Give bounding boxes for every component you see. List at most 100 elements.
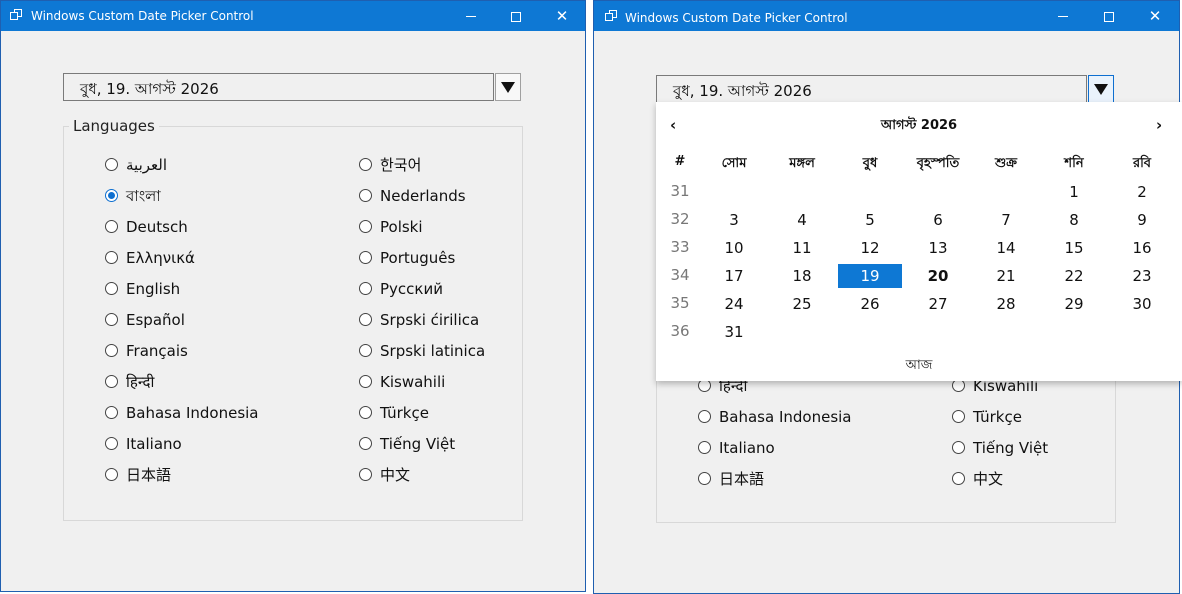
radio-button[interactable] [359, 468, 372, 481]
close-button[interactable]: ✕ [539, 1, 585, 31]
maximize-icon [511, 11, 521, 22]
next-month-button[interactable]: › [1156, 116, 1162, 134]
calendar-day[interactable]: 11 [770, 236, 834, 260]
language-label: Español [126, 311, 185, 329]
calendar-day[interactable]: 4 [770, 208, 834, 232]
calendar-day[interactable]: 23 [1110, 264, 1174, 288]
radio-button[interactable] [105, 313, 118, 326]
radio-button[interactable] [359, 282, 372, 295]
calendar-day[interactable]: 9 [1110, 208, 1174, 232]
language-label: 日本語 [126, 466, 172, 484]
day-name-header: শনি [1064, 156, 1084, 171]
language-label: Deutsch [126, 218, 188, 236]
date-picker-field[interactable]: বুধ, 19. আগস্ট 2026 [656, 75, 1087, 103]
language-label: 中文 [973, 470, 1004, 488]
title-bar[interactable]: Windows Custom Date Picker Control ✕ [594, 1, 1179, 31]
calendar-day[interactable]: 19 [838, 264, 902, 288]
radio-button[interactable] [359, 437, 372, 450]
calendar-day[interactable]: 6 [906, 208, 970, 232]
calendar-day[interactable]: 16 [1110, 236, 1174, 260]
calendar-day[interactable]: 14 [974, 236, 1038, 260]
language-label: 日本語 [719, 470, 765, 488]
radio-button[interactable] [105, 189, 118, 202]
radio-button[interactable] [105, 406, 118, 419]
close-icon: ✕ [555, 7, 569, 25]
week-number: 35 [670, 294, 690, 312]
radio-button[interactable] [105, 220, 118, 233]
month-title[interactable]: আগস্ট 2026 [656, 116, 1182, 137]
radio-button[interactable] [359, 189, 372, 202]
radio-button[interactable] [359, 158, 372, 171]
calendar-day[interactable]: 15 [1042, 236, 1106, 260]
calendar-day[interactable]: 5 [838, 208, 902, 232]
calendar-day[interactable]: 7 [974, 208, 1038, 232]
radio-button[interactable] [359, 251, 372, 264]
radio-button[interactable] [359, 406, 372, 419]
radio-button[interactable] [105, 375, 118, 388]
date-picker-window-left: Windows Custom Date Picker Control ✕ বুধ… [0, 0, 586, 592]
radio-button[interactable] [952, 472, 965, 485]
calendar-day[interactable]: 8 [1042, 208, 1106, 232]
calendar-day[interactable]: 13 [906, 236, 970, 260]
calendar-day[interactable]: 29 [1042, 292, 1106, 316]
radio-button[interactable] [105, 251, 118, 264]
radio-button[interactable] [698, 472, 711, 485]
radio-button[interactable] [359, 344, 372, 357]
language-label: Nederlands [380, 187, 466, 205]
language-label: Kiswahili [380, 373, 446, 391]
date-picker-field[interactable]: বুধ, 19. আগস্ট 2026 [63, 73, 494, 101]
today-button[interactable]: আজ [656, 356, 1182, 377]
calendar-day[interactable]: 22 [1042, 264, 1106, 288]
radio-button[interactable] [359, 375, 372, 388]
calendar-day[interactable]: 30 [1110, 292, 1174, 316]
calendar-day[interactable]: 2 [1110, 180, 1174, 204]
radio-button[interactable] [698, 410, 711, 423]
language-label: English [126, 280, 181, 298]
calendar-day[interactable]: 12 [838, 236, 902, 260]
minimize-button[interactable] [448, 1, 494, 31]
calendar-popup: ‹ আগস্ট 2026 › # সোম মঙ্গল বুধ বৃহস্পতি শুক্র… [656, 102, 1182, 381]
radio-button[interactable] [105, 437, 118, 450]
calendar-day[interactable]: 20 [906, 264, 970, 288]
title-bar[interactable]: Windows Custom Date Picker Control ✕ [1, 1, 585, 31]
calendar-day[interactable]: 25 [770, 292, 834, 316]
calendar-day[interactable]: 31 [702, 320, 766, 344]
radio-button[interactable] [952, 410, 965, 423]
radio-button[interactable] [698, 441, 711, 454]
language-label: Türkçe [380, 404, 429, 422]
calendar-day[interactable]: 17 [702, 264, 766, 288]
calendar-day[interactable]: 28 [974, 292, 1038, 316]
date-dropdown-button[interactable] [1088, 75, 1114, 103]
calendar-day[interactable]: 21 [974, 264, 1038, 288]
day-name-header: বৃহস্পতি [916, 156, 960, 171]
calendar-day[interactable]: 1 [1042, 180, 1106, 204]
language-label: বাংলা [126, 187, 161, 205]
calendar-day[interactable]: 27 [906, 292, 970, 316]
calendar-day[interactable]: 18 [770, 264, 834, 288]
language-label: Tiếng Việt [973, 439, 1049, 457]
maximize-button[interactable] [493, 1, 539, 31]
radio-button[interactable] [105, 344, 118, 357]
radio-button[interactable] [359, 220, 372, 233]
calendar-day[interactable]: 3 [702, 208, 766, 232]
window-title: Windows Custom Date Picker Control [625, 11, 848, 25]
radio-button[interactable] [105, 158, 118, 171]
language-label: 한국어 [380, 156, 422, 174]
radio-button[interactable] [359, 313, 372, 326]
week-number: 33 [670, 238, 690, 256]
language-label: हिन्दी [126, 373, 155, 391]
calendar-day[interactable]: 26 [838, 292, 902, 316]
radio-button[interactable] [105, 282, 118, 295]
window-title: Windows Custom Date Picker Control [31, 9, 254, 23]
radio-button[interactable] [952, 441, 965, 454]
maximize-button[interactable] [1086, 1, 1132, 31]
radio-button[interactable] [105, 468, 118, 481]
calendar-day[interactable]: 10 [702, 236, 766, 260]
language-label: العربية [126, 156, 167, 174]
close-button[interactable]: ✕ [1132, 1, 1178, 31]
day-name-header: মঙ্গল [789, 156, 815, 171]
date-dropdown-button[interactable] [495, 73, 521, 101]
minimize-button[interactable] [1040, 1, 1086, 31]
calendar-day[interactable]: 24 [702, 292, 766, 316]
language-label: Polski [380, 218, 423, 236]
